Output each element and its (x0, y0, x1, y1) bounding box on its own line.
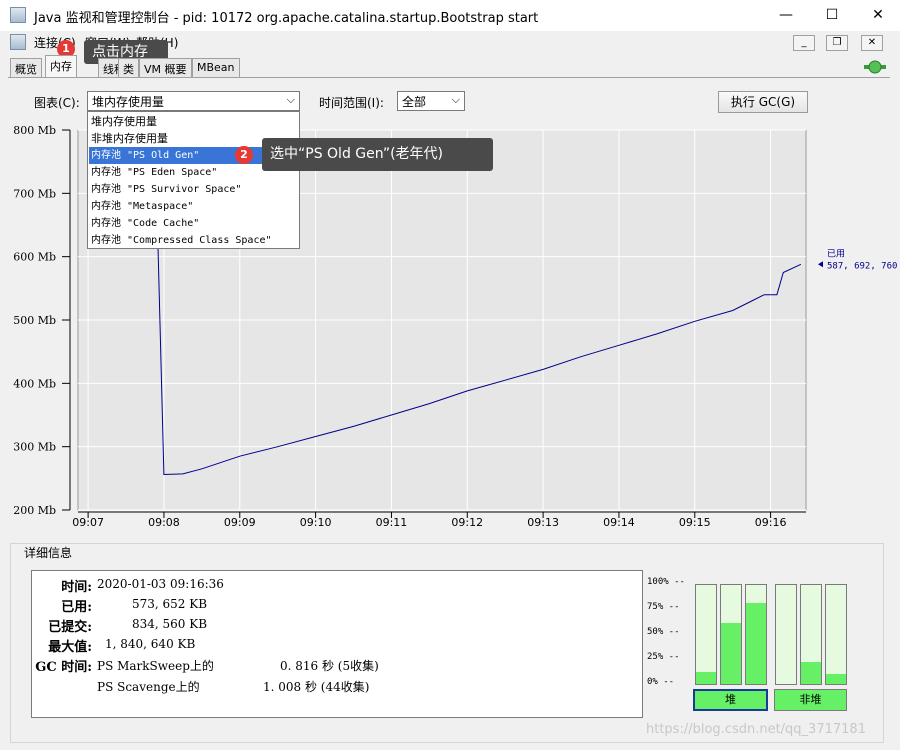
option-metaspace[interactable]: 内存池 "Metaspace" (89, 198, 298, 215)
time-range-select[interactable]: 全部 ⌵ (397, 91, 465, 111)
pct-label-50: 50% -- (647, 627, 680, 637)
detail-key-time: 时间: (61, 580, 92, 595)
x-tick-label: 09:10 (300, 516, 332, 529)
gc-time-scavenge: 1. 008 秒 (44收集) (263, 680, 370, 694)
inner-close-button[interactable]: ✕ (861, 35, 883, 51)
x-tick-label: 09:14 (603, 516, 635, 529)
x-tick-label: 09:15 (679, 516, 711, 529)
pct-label-0: 0% -- (647, 677, 675, 687)
nonheap-pool-bar-fill (826, 674, 846, 684)
heap-button[interactable]: 堆 (693, 689, 768, 711)
heap-pool-bar-fill (746, 602, 766, 684)
tab-mbean[interactable]: MBean (192, 58, 240, 77)
option-code-cache[interactable]: 内存池 "Code Cache" (89, 215, 298, 232)
nonheap-pool-bar[interactable] (800, 584, 822, 685)
watermark: https://blog.csdn.net/qq_3717181 (646, 722, 866, 737)
y-axis: 200 Mb 300 Mb 400 Mb 500 Mb 600 Mb 700 Mb 800 … (13, 124, 71, 517)
x-tick-label: 09:07 (72, 516, 104, 529)
detail-key-gc-time: GC 时间: (35, 660, 92, 675)
detail-value-used: 573, 652 KB (132, 597, 208, 611)
time-range-label: 时间范围(I): (319, 96, 384, 110)
tab-classes[interactable]: 类 (118, 58, 139, 77)
y-tick-label: 200 Mb (13, 504, 56, 517)
y-tick-label: 800 Mb (13, 124, 56, 137)
option-ps-survivor-space[interactable]: 内存池 "PS Survivor Space" (89, 181, 298, 198)
x-tick-label: 09:16 (755, 516, 787, 529)
nonheap-pool-bar[interactable] (775, 584, 797, 685)
tab-overview[interactable]: 概览 (10, 58, 42, 77)
last-value-number: 587, 692, 760 (827, 261, 897, 271)
option-heap-usage[interactable]: 堆内存使用量 (89, 113, 298, 130)
x-tick-label: 09:08 (148, 516, 180, 529)
nonheap-pool-bar-fill (801, 662, 821, 684)
tab-memory[interactable]: 内存 (45, 55, 77, 78)
detail-key-used: 已用: (61, 600, 92, 615)
gc-time-marksweep: 0. 816 秒 (5收集) (280, 659, 379, 673)
java-app-icon (10, 7, 26, 23)
detail-key-committed: 已提交: (48, 620, 92, 635)
perform-gc-button[interactable]: 执行 GC(G) (718, 91, 808, 113)
heap-pool-bar[interactable] (695, 584, 717, 685)
tab-vm-summary[interactable]: VM 概要 (139, 58, 192, 77)
gc-collector-scavenge: PS Scavenge上的 (97, 680, 200, 694)
x-tick-label: 09:09 (224, 516, 256, 529)
document-icon[interactable] (10, 34, 26, 50)
chart-select-value: 堆内存使用量 (92, 95, 165, 109)
close-button[interactable]: ✕ (855, 0, 900, 31)
inner-restore-button[interactable]: ❐ (826, 35, 848, 51)
y-tick-label: 700 Mb (13, 187, 56, 200)
y-tick-label: 600 Mb (13, 251, 56, 264)
last-value-marker (818, 261, 823, 268)
option-compressed-class-space[interactable]: 内存池 "Compressed Class Space" (89, 232, 298, 249)
heap-pool-bar-fill (696, 672, 716, 684)
heap-pool-bar[interactable] (720, 584, 742, 685)
window-title: Java 监视和管理控制台 - pid: 10172 org.apache.ca… (34, 11, 539, 26)
annotation-badge-2: 2 (235, 146, 253, 164)
detail-value-committed: 834, 560 KB (132, 617, 208, 631)
maximize-button[interactable]: ☐ (809, 0, 855, 31)
detail-value-time: 2020-01-03 09:16:36 (97, 577, 224, 591)
nonheap-button[interactable]: 非堆 (774, 689, 847, 711)
chart-label: 图表(C): (34, 96, 80, 110)
x-tick-label: 09:13 (527, 516, 559, 529)
y-tick-label: 300 Mb (13, 441, 56, 454)
detail-key-max: 最大值: (48, 640, 92, 655)
heap-pool-bar-fill (721, 622, 741, 684)
chevron-down-icon: ⌵ (451, 93, 460, 106)
connection-plug-icon (864, 60, 886, 74)
chevron-down-icon: ⌵ (286, 93, 295, 106)
gc-collector-marksweep: PS MarkSweep上的 (97, 659, 214, 673)
pct-label-75: 75% -- (647, 602, 680, 612)
chart-dropdown-list: 堆内存使用量 非堆内存使用量 内存池 "PS Old Gen" 内存池 "PS … (87, 111, 300, 249)
pct-label-100: 100% -- (647, 577, 685, 587)
chart-select[interactable]: 堆内存使用量 ⌵ (87, 91, 300, 111)
time-range-value: 全部 (402, 95, 427, 109)
heap-pool-bar[interactable] (745, 584, 767, 685)
y-tick-label: 400 Mb (13, 377, 56, 390)
annotation-callout-2: 选中“PS Old Gen”(老年代) (262, 138, 493, 171)
tab-divider (8, 77, 890, 78)
y-tick-label: 500 Mb (13, 314, 56, 327)
x-axis: 09:07 09:08 09:09 09:10 09:11 09:12 09:13 09:14… (72, 511, 806, 529)
pct-label-25: 25% -- (647, 652, 680, 662)
details-title: 详细信息 (22, 544, 75, 561)
minimize-button[interactable]: — (763, 0, 809, 31)
last-value-series-name: 已用 (827, 248, 845, 259)
x-tick-label: 09:12 (451, 516, 483, 529)
detail-value-max: 1, 840, 640 KB (105, 637, 196, 651)
x-tick-label: 09:11 (376, 516, 408, 529)
nonheap-pool-bar[interactable] (825, 584, 847, 685)
inner-minimize-button[interactable]: _ (793, 35, 815, 51)
